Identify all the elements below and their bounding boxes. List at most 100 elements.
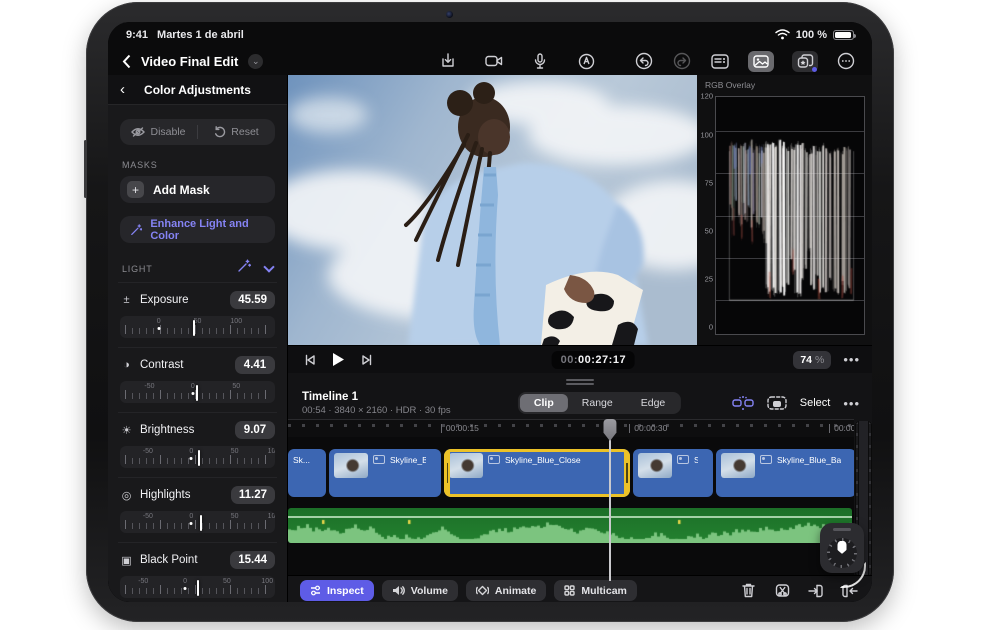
ruler-tick-label: -50 bbox=[142, 513, 153, 520]
title-chevron-icon[interactable]: ⌄ bbox=[248, 53, 264, 69]
value-marker[interactable] bbox=[198, 450, 201, 466]
skip-back-icon[interactable] bbox=[304, 354, 316, 366]
image-icon bbox=[373, 455, 385, 464]
collapse-chevron-icon[interactable] bbox=[263, 260, 275, 273]
keyframe-icon bbox=[475, 585, 489, 596]
timeline-area: Timeline 1 00:54 · 3840 × 2160 · HDR · 3… bbox=[288, 373, 872, 602]
pencil-icon[interactable] bbox=[576, 51, 596, 71]
timeline-clip[interactable]: S... bbox=[633, 449, 713, 497]
ruler-time-label: 00:00:45 bbox=[829, 423, 854, 433]
skip-forward-icon[interactable] bbox=[361, 354, 373, 366]
preview-frame-illustration bbox=[288, 75, 697, 345]
redo-icon[interactable] bbox=[672, 51, 692, 71]
zoom-level[interactable]: 74% bbox=[793, 350, 832, 369]
animate-button[interactable]: Animate bbox=[465, 580, 547, 601]
value-marker[interactable] bbox=[196, 580, 199, 596]
zero-marker bbox=[157, 327, 161, 330]
media-icon[interactable] bbox=[748, 50, 774, 72]
timeline-clip[interactable]: Sk... bbox=[288, 449, 326, 497]
more-icon[interactable] bbox=[836, 51, 856, 71]
effects-icon[interactable] bbox=[792, 50, 818, 72]
select-tool-label[interactable]: Select bbox=[800, 397, 831, 409]
jog-wheel[interactable] bbox=[820, 523, 864, 573]
slider-value-field[interactable]: 9.07 bbox=[235, 421, 275, 439]
front-camera bbox=[446, 11, 453, 18]
add-mask-button[interactable]: + Add Mask bbox=[120, 176, 275, 203]
scope-ytick-label: 100 bbox=[700, 130, 713, 140]
microphone-icon[interactable] bbox=[530, 51, 550, 71]
timeline-more-icon[interactable]: ••• bbox=[843, 396, 860, 411]
slider-value-field[interactable]: 15.44 bbox=[230, 551, 275, 569]
viewer-more-icon[interactable]: ••• bbox=[843, 352, 860, 367]
ruler-tick-label: 50 bbox=[230, 448, 239, 455]
scope-ytick-label: 25 bbox=[704, 274, 713, 284]
play-icon[interactable] bbox=[332, 352, 345, 367]
clip-thumbnail bbox=[449, 453, 483, 478]
ruler-time-label: 00:00:30 bbox=[629, 423, 667, 433]
timeline-clip[interactable]: Skyline_Blue_Close bbox=[444, 449, 630, 497]
mode-option[interactable]: Clip bbox=[519, 394, 568, 412]
project-title[interactable]: Video Final Edit bbox=[141, 54, 238, 69]
value-marker[interactable] bbox=[193, 320, 196, 336]
slider-ruler[interactable]: -50 0 50 100 bbox=[120, 446, 275, 468]
main-area: ‹ Color Adjustments Disable Reset MASKS … bbox=[108, 75, 872, 602]
timecode-display[interactable]: 00:00:27:17 bbox=[551, 350, 636, 369]
camera-icon[interactable] bbox=[484, 51, 504, 71]
jog-handle-bar[interactable] bbox=[833, 528, 851, 531]
slider-value-field[interactable]: 45.59 bbox=[230, 291, 275, 309]
slider-value-field[interactable]: 4.41 bbox=[235, 356, 275, 374]
slider-icon: ☀ bbox=[121, 424, 132, 437]
volume-button-tool[interactable]: Volume bbox=[381, 580, 458, 601]
scope-plot bbox=[715, 96, 865, 335]
status-bar: 9:41 Martes 1 de abril 100 % bbox=[108, 22, 872, 47]
blade-icon[interactable] bbox=[772, 581, 792, 601]
back-icon[interactable] bbox=[122, 54, 131, 69]
slider-name: Brightness bbox=[140, 424, 195, 436]
panel-drag-handle[interactable] bbox=[566, 379, 594, 381]
disable-button[interactable]: Disable bbox=[120, 126, 197, 138]
timeline-clip[interactable]: Skyline_Blue_Wide bbox=[329, 449, 441, 497]
playhead[interactable] bbox=[603, 419, 617, 581]
light-wand-icon[interactable] bbox=[237, 259, 252, 278]
date: Martes 1 de abril bbox=[157, 28, 244, 41]
enhance-light-color-button[interactable]: Enhance Light and Color bbox=[120, 216, 275, 243]
value-marker[interactable] bbox=[195, 385, 198, 401]
trim-handle-right[interactable] bbox=[626, 463, 628, 483]
masks-section-label: MASKS bbox=[122, 160, 158, 170]
slider-name: Contrast bbox=[140, 359, 184, 371]
undo-icon[interactable] bbox=[634, 51, 654, 71]
slider-ruler[interactable]: -50 0 50 100 bbox=[120, 511, 275, 533]
audio-track[interactable] bbox=[288, 508, 852, 543]
snapping-icon[interactable] bbox=[732, 395, 754, 411]
panel-back-icon[interactable]: ‹ bbox=[120, 81, 140, 98]
clip-name: Skyline_Blue_Close bbox=[505, 455, 581, 465]
trim-handle-left[interactable] bbox=[446, 463, 448, 483]
import-icon[interactable] bbox=[438, 51, 458, 71]
trash-icon[interactable] bbox=[738, 581, 758, 601]
inspect-button[interactable]: Inspect bbox=[300, 580, 374, 601]
multicam-button[interactable]: Multicam bbox=[554, 580, 637, 601]
clip-thumbnail bbox=[721, 453, 755, 478]
eye-slash-icon bbox=[131, 127, 146, 137]
timeline-clip[interactable]: Skyline_Blue_Backgroun bbox=[716, 449, 854, 497]
slider-ruler[interactable]: -50 0 50 100 bbox=[120, 576, 275, 598]
ruler-tick-label: 0 bbox=[190, 383, 195, 390]
mode-option[interactable]: Range bbox=[568, 394, 627, 412]
ipad-device-frame: 9:41 Martes 1 de abril 100 % Video Final… bbox=[84, 2, 894, 622]
timeline-ruler[interactable]: 00:00:15 00:00:30 00:00:45 bbox=[288, 419, 854, 437]
clip-name: Skyline_Blue_Wide bbox=[390, 455, 426, 465]
reset-icon bbox=[215, 126, 226, 138]
slider-value-field[interactable]: 11.27 bbox=[230, 486, 275, 504]
browser-icon[interactable] bbox=[710, 51, 730, 71]
timeline-title: Timeline 1 bbox=[302, 390, 359, 403]
slider-ruler[interactable]: -50 0 50 bbox=[120, 381, 275, 403]
insert-icon[interactable] bbox=[806, 581, 826, 601]
scope-title: RGB Overlay bbox=[705, 80, 756, 90]
reset-button[interactable]: Reset bbox=[198, 126, 275, 138]
mode-option[interactable]: Edge bbox=[627, 394, 680, 412]
video-preview[interactable] bbox=[288, 75, 697, 345]
tools-icon[interactable] bbox=[767, 395, 787, 411]
volume-button bbox=[84, 140, 87, 198]
value-marker[interactable] bbox=[199, 515, 202, 531]
slider-ruler[interactable]: 0 50 100 bbox=[120, 316, 275, 338]
